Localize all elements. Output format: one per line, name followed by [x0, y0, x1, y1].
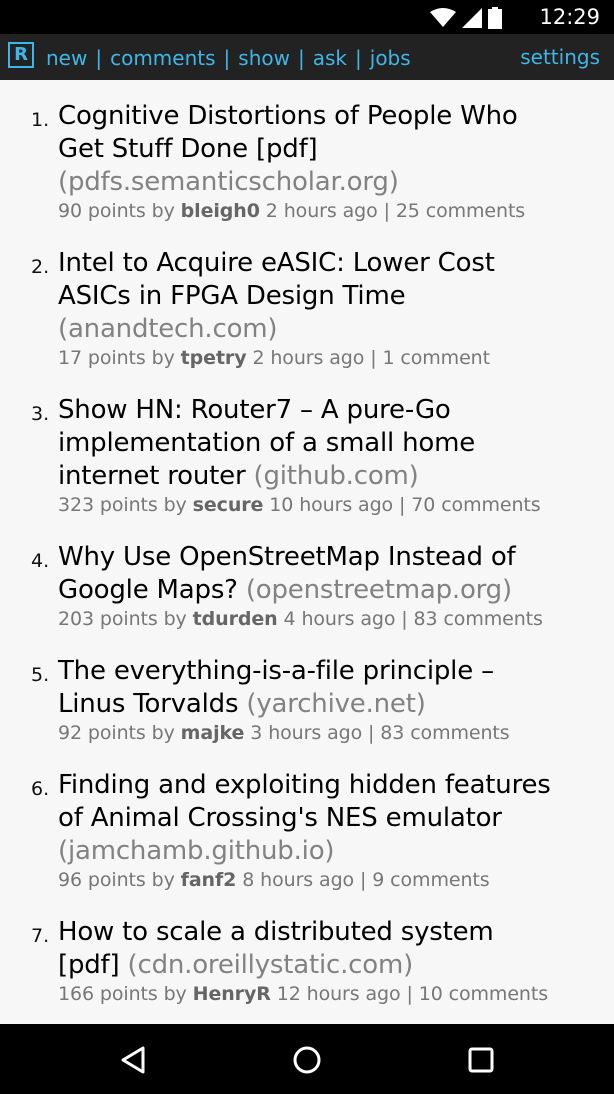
story-domain[interactable]: (cdn.oreillystatic.com) — [128, 950, 414, 980]
story-comments-link[interactable]: 83 comments — [414, 608, 543, 630]
story-domain[interactable]: (pdfs.semanticscholar.org) — [58, 167, 399, 197]
story-age[interactable]: 4 hours ago — [284, 608, 396, 630]
story-meta: 203 points by tdurden 4 hours ago | 83 c… — [58, 608, 543, 630]
story-user[interactable]: majke — [181, 722, 245, 744]
nav-comments[interactable]: comments — [110, 46, 215, 70]
story-rank: 7. — [31, 925, 50, 947]
story-comments-link[interactable]: 25 comments — [396, 200, 525, 222]
story-comments-link[interactable]: 10 comments — [419, 983, 548, 1005]
nav-show[interactable]: show — [238, 46, 290, 70]
story-rank: 3. — [31, 403, 50, 425]
story-comments-link[interactable]: 1 comment — [382, 347, 490, 369]
battery-icon — [488, 7, 502, 29]
story-meta: 166 points by HenryR 12 hours ago | 10 c… — [58, 983, 549, 1005]
story-comments-link[interactable]: 9 comments — [372, 869, 489, 891]
story-title[interactable]: Show HN: Router7 – A pure-Go implementat… — [58, 394, 603, 493]
story-rank: 5. — [31, 664, 50, 686]
story-domain[interactable]: (jamchamb.github.io) — [58, 836, 335, 866]
cell-signal-icon — [462, 8, 482, 28]
settings-link[interactable]: settings — [520, 45, 600, 69]
wifi-icon — [430, 8, 456, 27]
story-user[interactable]: HenryR — [193, 983, 271, 1005]
story-domain[interactable]: (yarchive.net) — [246, 689, 425, 719]
story-rank: 2. — [31, 256, 50, 278]
app-logo[interactable]: R — [8, 42, 34, 68]
story-rank: 6. — [31, 778, 50, 800]
story-user[interactable]: secure — [193, 494, 264, 516]
nav-ask[interactable]: ask — [313, 46, 347, 70]
status-bar: 12:29 — [0, 0, 614, 34]
nav-jobs[interactable]: jobs — [370, 46, 411, 70]
story-age[interactable]: 8 hours ago — [242, 869, 354, 891]
clock: 12:29 — [539, 5, 600, 29]
nav-new[interactable]: new — [46, 46, 87, 70]
story-rank: 4. — [31, 550, 50, 572]
story-age[interactable]: 3 hours ago — [250, 722, 362, 744]
story-meta: 92 points by majke 3 hours ago | 83 comm… — [58, 722, 510, 744]
story-title[interactable]: The everything-is-a-file principle – Lin… — [58, 655, 603, 721]
app-header: R new | comments | show | ask | jobs settings — [0, 34, 614, 80]
story-user[interactable]: tpetry — [181, 347, 247, 369]
story-title[interactable]: How to scale a distributed system [pdf] … — [58, 916, 603, 982]
story-comments-link[interactable]: 83 comments — [380, 722, 509, 744]
home-circle-icon[interactable] — [291, 1044, 323, 1076]
story-age[interactable]: 10 hours ago — [269, 494, 393, 516]
back-triangle-icon[interactable] — [118, 1044, 150, 1076]
story-meta: 17 points by tpetry 2 hours ago | 1 comm… — [58, 347, 490, 369]
story-user[interactable]: bleigh0 — [181, 200, 260, 222]
story-age[interactable]: 2 hours ago — [252, 347, 364, 369]
story-user[interactable]: tdurden — [193, 608, 278, 630]
story-domain[interactable]: (openstreetmap.org) — [246, 575, 512, 605]
top-nav: new | comments | show | ask | jobs — [46, 46, 411, 70]
story-meta: 96 points by fanf2 8 hours ago | 9 comme… — [58, 869, 490, 891]
recents-square-icon[interactable] — [465, 1044, 497, 1076]
story-meta: 90 points by bleigh0 2 hours ago | 25 co… — [58, 200, 526, 222]
story-title[interactable]: Why Use OpenStreetMap Instead of Google … — [58, 541, 603, 607]
story-comments-link[interactable]: 70 comments — [411, 494, 540, 516]
story-meta: 323 points by secure 10 hours ago | 70 c… — [58, 494, 541, 516]
story-list: 1. Cognitive Distortions of People Who G… — [0, 80, 614, 1024]
story-title[interactable]: Intel to Acquire eASIC: Lower Cost ASICs… — [58, 247, 603, 346]
story-age[interactable]: 12 hours ago — [277, 983, 401, 1005]
story-domain[interactable]: (anandtech.com) — [58, 314, 278, 344]
story-age[interactable]: 2 hours ago — [266, 200, 378, 222]
system-nav-bar — [0, 1024, 614, 1094]
story-user[interactable]: fanf2 — [181, 869, 237, 891]
story-domain[interactable]: (github.com) — [254, 461, 419, 491]
story-title[interactable]: Cognitive Distortions of People Who Get … — [58, 100, 603, 199]
status-icons — [430, 7, 502, 29]
story-title[interactable]: Finding and exploiting hidden features o… — [58, 769, 603, 868]
story-rank: 1. — [31, 109, 50, 131]
